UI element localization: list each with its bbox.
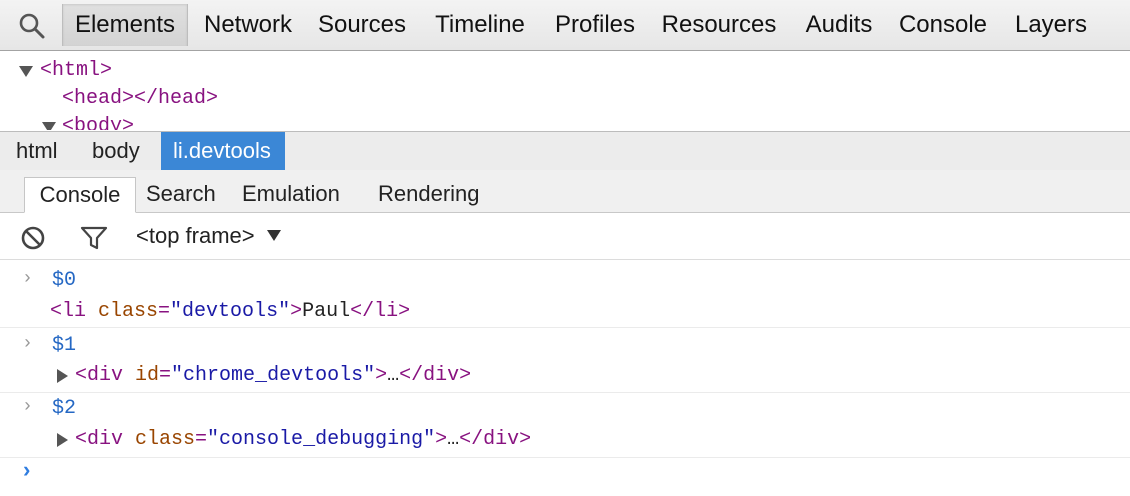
tab-sources[interactable]: Sources	[310, 4, 414, 46]
console-command: $1	[52, 334, 77, 357]
dom-node-body[interactable]: <body>	[62, 115, 134, 130]
expand-triangle-icon[interactable]	[57, 369, 68, 383]
tab-console[interactable]: Console	[890, 4, 996, 46]
console-result[interactable]: <div class="console_debugging">…</div>	[75, 428, 531, 451]
tab-profiles[interactable]: Profiles	[545, 4, 645, 46]
dom-node-html[interactable]: <html>	[40, 59, 112, 82]
drawer-tab-bar: Console Search Emulation Rendering	[0, 170, 1130, 213]
command-prompt-glyph: ›	[22, 397, 33, 417]
drawer-tab-console[interactable]: Console	[24, 177, 136, 213]
console-toolbar: <top frame>	[0, 213, 1130, 260]
console-command: $2	[52, 397, 77, 420]
console-entry: › $1 <div id="chrome_devtools">…</div>	[0, 329, 1130, 393]
drawer-tab-emulation[interactable]: Emulation	[242, 177, 340, 211]
drawer-tab-search[interactable]: Search	[146, 177, 216, 211]
expand-triangle-icon[interactable]	[42, 122, 56, 130]
dropdown-arrow-icon	[266, 230, 281, 241]
expand-triangle-icon[interactable]	[19, 66, 33, 77]
breadcrumb-html[interactable]: html	[16, 132, 58, 170]
frame-selector[interactable]: <top frame>	[136, 223, 281, 249]
filter-icon[interactable]	[80, 225, 108, 251]
breadcrumb-li-devtools[interactable]: li.devtools	[161, 132, 285, 170]
dom-node-head[interactable]: <head></head>	[62, 87, 218, 110]
console-result[interactable]: <li class="devtools">Paul</li>	[50, 300, 410, 323]
console-result[interactable]: <div id="chrome_devtools">…</div>	[75, 364, 471, 387]
console-entry: › $2 <div class="console_debugging">…</d…	[0, 394, 1130, 458]
command-prompt-glyph: ›	[22, 269, 33, 289]
search-icon[interactable]	[18, 12, 46, 40]
command-prompt-glyph: ›	[22, 334, 33, 354]
tab-audits[interactable]: Audits	[795, 4, 883, 46]
console-output: › $0 <li class="devtools">Paul</li> › $1…	[0, 263, 1130, 496]
frame-selector-label: <top frame>	[136, 223, 255, 248]
drawer-tab-rendering[interactable]: Rendering	[378, 177, 480, 211]
tab-layers[interactable]: Layers	[1006, 4, 1096, 46]
tab-timeline[interactable]: Timeline	[422, 4, 538, 46]
clear-console-icon[interactable]	[20, 225, 46, 251]
console-entry: › $0 <li class="devtools">Paul</li>	[0, 263, 1130, 328]
dom-tree: <html> <head></head> <body>	[0, 51, 1130, 130]
devtools-main-toolbar: Elements Network Sources Timeline Profil…	[0, 0, 1130, 51]
console-command: $0	[52, 269, 77, 292]
console-input-prompt[interactable]: ›	[20, 459, 33, 484]
tab-elements[interactable]: Elements	[62, 4, 188, 46]
tab-network[interactable]: Network	[192, 4, 304, 46]
tab-resources[interactable]: Resources	[652, 4, 786, 46]
breadcrumb-body[interactable]: body	[92, 132, 140, 170]
breadcrumb: html body li.devtools	[0, 131, 1130, 171]
expand-triangle-icon[interactable]	[57, 433, 68, 447]
